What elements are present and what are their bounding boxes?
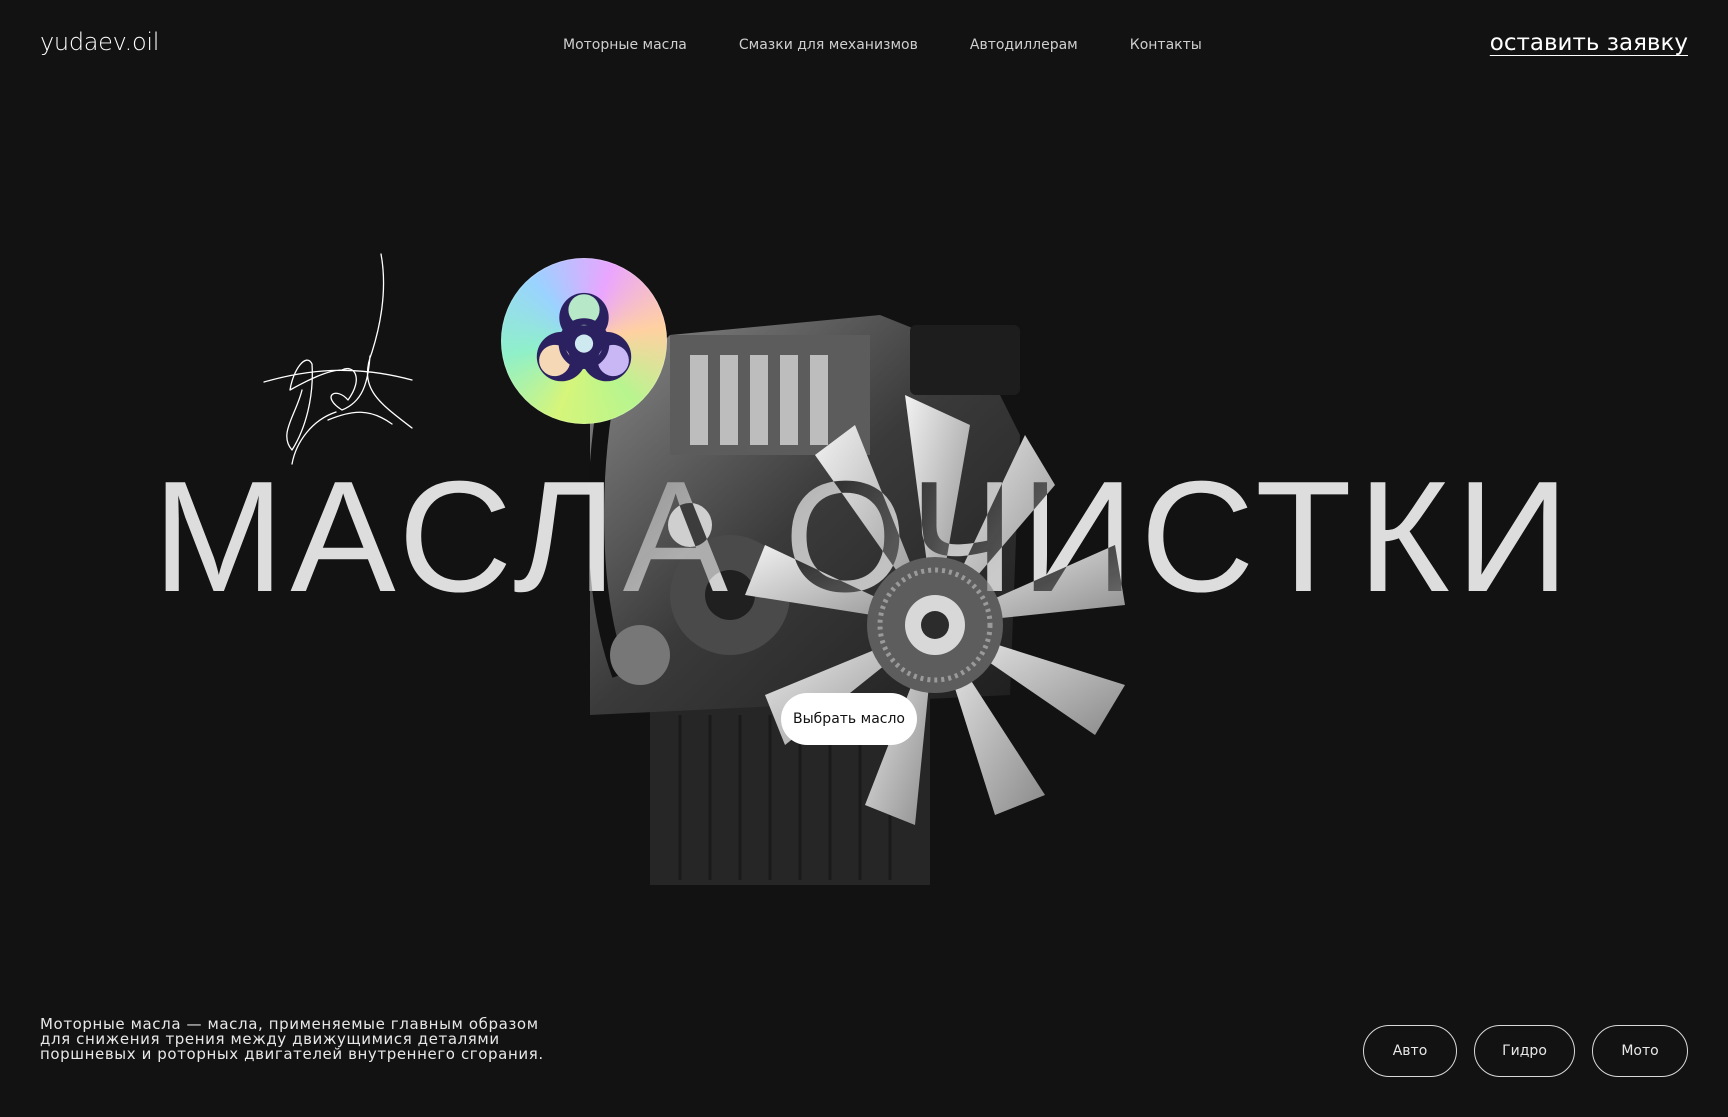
signature-scribble [263,253,413,465]
description-line: поршневых и роторных двигателей внутренн… [40,1045,544,1063]
category-moto-button[interactable]: Мото [1592,1025,1688,1077]
category-filters: Авто Гидро Мото [1363,1025,1688,1077]
category-hydro-button[interactable]: Гидро [1474,1025,1575,1077]
description: Моторные масла — масла, применяемые глав… [40,1017,600,1062]
hero-section: МАСЛА ОЧИСТКИ Выбрать масло [0,0,1728,1117]
choose-oil-button[interactable]: Выбрать масло [781,693,917,745]
biohazard-icon [536,292,632,382]
category-auto-button[interactable]: Авто [1363,1025,1457,1077]
biohazard-badge [501,258,667,424]
hero-headline: МАСЛА ОЧИСТКИ [152,449,1576,625]
